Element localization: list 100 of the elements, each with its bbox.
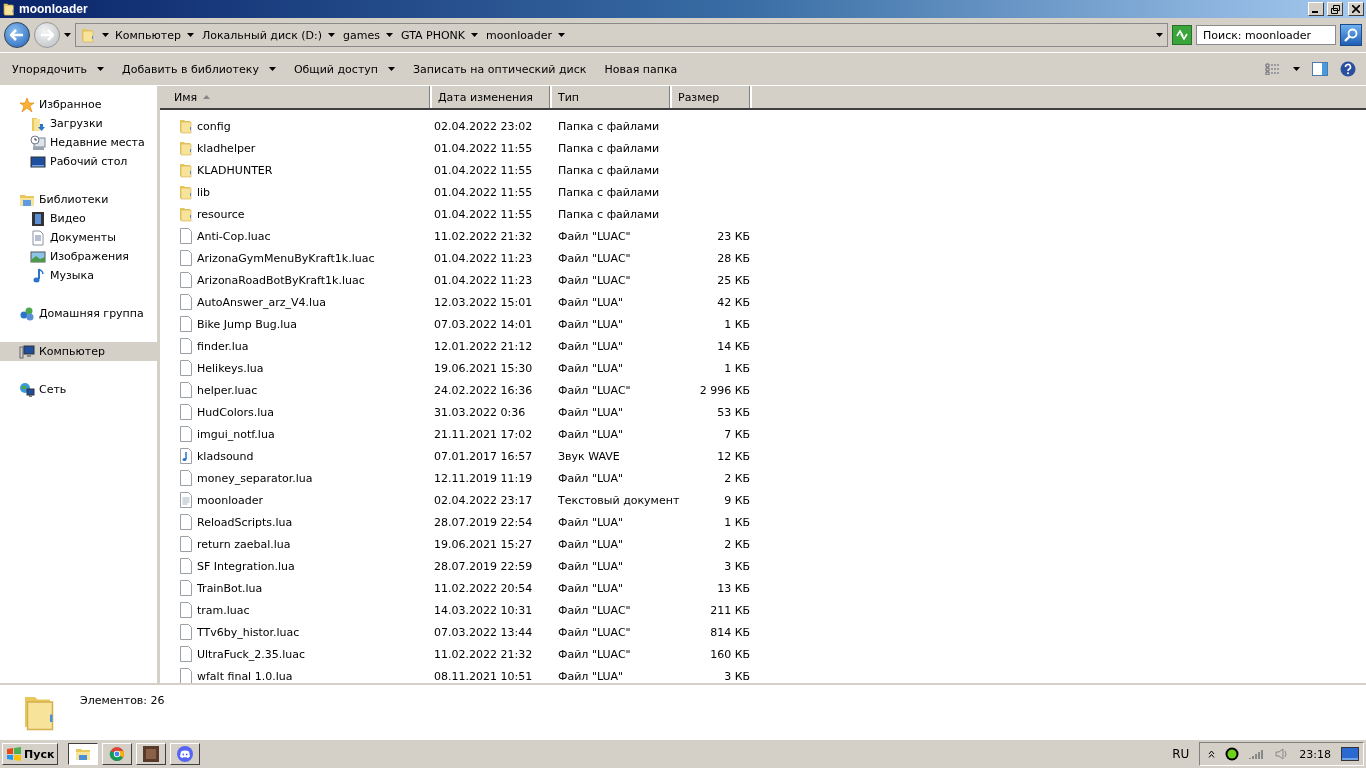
file-name[interactable]: AutoAnswer_arz_V4.lua: [197, 295, 326, 309]
chat-app-icon: [177, 746, 194, 762]
clock[interactable]: 23:18: [1299, 747, 1331, 761]
sidebar-item[interactable]: Загрузки: [0, 114, 157, 133]
file-name[interactable]: Bike Jump Bug.lua: [197, 317, 298, 331]
search-field[interactable]: Поиск: moonloader: [1196, 25, 1336, 45]
sidebar-item[interactable]: Рабочий стол: [0, 152, 157, 171]
type-cell-text: Файл "LUAC": [557, 251, 632, 265]
address-dropdown-icon: [1156, 33, 1163, 37]
file-name[interactable]: money_separator.lua: [197, 471, 313, 485]
size-cell-text: 2 КБ: [723, 537, 750, 551]
file-name[interactable]: ArizonaRoadBotByKraft1k.luac: [197, 273, 365, 287]
date-cell-text: 01.04.2022 11:55: [433, 163, 534, 177]
recent-places-icon: [30, 134, 46, 151]
help-icon: [1340, 61, 1356, 77]
file-name[interactable]: resource: [197, 207, 245, 221]
sidebar-item[interactable]: Избранное: [0, 95, 157, 114]
size-cell-text: 211 КБ: [709, 603, 750, 617]
file-name[interactable]: tram.luac: [197, 603, 250, 617]
file-name[interactable]: kladsound: [197, 449, 254, 463]
folder-icon: [80, 26, 96, 44]
breadcrumb[interactable]: games: [341, 28, 395, 42]
sidebar-item[interactable]: Сеть: [0, 380, 157, 399]
date-cell-text: 01.04.2022 11:55: [433, 141, 534, 155]
size-cell-text: 28 КБ: [716, 251, 750, 265]
date-cell-text: 11.02.2022 21:32: [433, 647, 534, 661]
windows-logo-icon: [6, 747, 22, 761]
minimize-button[interactable]: [1308, 2, 1324, 16]
address-bar[interactable]: Компьютер Локальный диск (D:) games GTA PHONK moonloader: [75, 23, 1168, 47]
file-name[interactable]: ArizonaGymMenuByKraft1k.luac: [197, 251, 375, 265]
status-dot-icon[interactable]: [1225, 747, 1240, 761]
type-cell-text: Папка с файлами: [557, 119, 661, 133]
toolbar-button[interactable]: Упорядочить: [4, 58, 113, 80]
breadcrumb[interactable]: Локальный диск (D:): [199, 28, 338, 42]
type-cell-text: Файл "LUA": [557, 339, 625, 353]
picture-icon: [30, 248, 46, 265]
taskbar-button[interactable]: [68, 743, 99, 765]
file-name[interactable]: config: [197, 119, 231, 133]
sidebar-item[interactable]: Видео: [0, 209, 157, 228]
size-cell-text: 9 КБ: [723, 493, 750, 507]
pane-icon: [1312, 62, 1328, 76]
toolbar-button[interactable]: Общий доступ: [285, 58, 403, 80]
file-name[interactable]: UltraFuck_2.35.luac: [197, 647, 306, 661]
list-view-icon: [1265, 63, 1281, 75]
file-icon: [178, 646, 194, 662]
toolbar-button[interactable]: Добавить в библиотеку: [114, 58, 284, 80]
caret-icon: [328, 33, 336, 37]
date-cell-text: 12.11.2019 11:19: [433, 471, 534, 485]
sidebar-item[interactable]: Недавние места: [0, 133, 157, 152]
folder-icon: [178, 184, 194, 200]
sidebar-item[interactable]: Музыка: [0, 266, 157, 285]
refresh-button[interactable]: [1172, 25, 1192, 45]
sidebar-item[interactable]: Документы: [0, 228, 157, 247]
file-name[interactable]: HudColors.lua: [197, 405, 274, 419]
breadcrumb[interactable]: GTA PHONK: [399, 28, 481, 42]
file-name[interactable]: return zaebal.lua: [197, 537, 291, 551]
restore-button[interactable]: [1327, 2, 1343, 16]
date-cell-text: 02.04.2022 23:02: [433, 119, 534, 133]
file-name[interactable]: finder.lua: [197, 339, 249, 353]
sidebar-item[interactable]: Компьютер: [0, 342, 157, 361]
file-name[interactable]: helper.luac: [197, 383, 258, 397]
folder-icon: [178, 206, 194, 222]
search-icon: [1344, 28, 1358, 42]
file-name[interactable]: wfalt final 1.0.lua: [197, 669, 293, 683]
search-button[interactable]: [1340, 24, 1362, 46]
start-button[interactable]: Пуск: [2, 743, 59, 765]
downloads-folder-icon: [30, 115, 46, 132]
file-name[interactable]: Helikeys.lua: [197, 361, 264, 375]
file-name[interactable]: lib: [197, 185, 211, 199]
star-icon: [19, 96, 35, 113]
file-name[interactable]: SF Integration.lua: [197, 559, 295, 573]
file-name[interactable]: Anti-Cop.luac: [197, 229, 271, 243]
sidebar-item[interactable]: Библиотеки: [0, 190, 157, 209]
language-indicator[interactable]: RU: [1172, 747, 1190, 761]
toolbar-button[interactable]: Новая папка: [596, 58, 686, 80]
date-cell-text: 24.02.2022 16:36: [433, 383, 534, 397]
breadcrumb[interactable]: moonloader: [484, 28, 567, 42]
audio-file-icon: [178, 448, 194, 464]
caret-icon: [268, 67, 276, 71]
breadcrumb[interactable]: Компьютер: [100, 28, 196, 42]
toolbar-button[interactable]: Записать на оптический диск: [405, 58, 595, 80]
type-cell-text: Файл "LUA": [557, 361, 625, 375]
sidebar-item[interactable]: Изображения: [0, 247, 157, 266]
file-icon: [178, 228, 194, 244]
file-name[interactable]: moonloader: [197, 493, 263, 507]
file-name[interactable]: TTv6by_histor.luac: [197, 625, 300, 639]
file-name[interactable]: kladhelper: [197, 141, 256, 155]
chevron-up-icon[interactable]: [1208, 750, 1216, 758]
type-cell-text: Файл "LUA": [557, 471, 625, 485]
file-name[interactable]: imgui_notf.lua: [197, 427, 275, 441]
show-desktop-icon[interactable]: [1341, 747, 1359, 761]
caret-icon: [388, 67, 395, 71]
sidebar-item[interactable]: Домашняя группа: [0, 304, 157, 323]
window-title: moonloader: [19, 2, 89, 16]
file-name[interactable]: TrainBot.lua: [197, 581, 263, 595]
back-button[interactable]: [4, 22, 30, 48]
close-button[interactable]: [1348, 2, 1364, 16]
file-name[interactable]: ReloadScripts.lua: [197, 515, 293, 529]
file-name[interactable]: KLADHUNTER: [197, 163, 273, 177]
type-cell-text: Папка с файлами: [557, 207, 661, 221]
